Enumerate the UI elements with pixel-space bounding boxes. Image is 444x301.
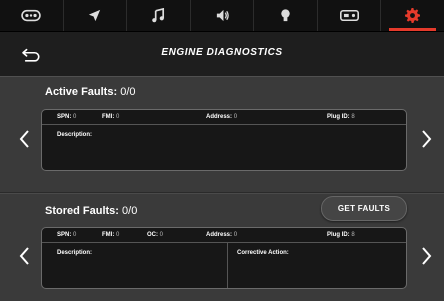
active-faults-heading: Active Faults: 0/0 bbox=[45, 86, 136, 98]
chevron-right-icon bbox=[422, 247, 432, 265]
navigation-arrow-icon bbox=[89, 9, 101, 22]
page-title: ENGINE DIAGNOSTICS bbox=[161, 47, 283, 58]
stored-faults-panel: SPN: 0 FMI: 0 OC: 0 Address: 0 Plug ID: … bbox=[41, 227, 407, 289]
active-fmi-field: FMI: 0 bbox=[102, 114, 120, 120]
chevron-left-icon bbox=[19, 247, 29, 265]
active-faults-panel: SPN: 0 FMI: 0 Address: 0 Plug ID: 8 Desc… bbox=[41, 109, 407, 171]
music-note-icon bbox=[152, 8, 164, 23]
gear-icon bbox=[405, 8, 421, 23]
stored-fmi-field: FMI: 0 bbox=[102, 232, 120, 238]
active-faults-field-row: SPN: 0 FMI: 0 Address: 0 Plug ID: 8 bbox=[42, 110, 406, 125]
tab-music[interactable] bbox=[127, 0, 191, 31]
radio-icon bbox=[339, 9, 359, 22]
page-header: ENGINE DIAGNOSTICS bbox=[0, 32, 444, 77]
stored-plug-id-field: Plug ID: 8 bbox=[327, 232, 355, 238]
speaker-volume-icon bbox=[216, 9, 229, 22]
stored-faults-field-row: SPN: 0 FMI: 0 OC: 0 Address: 0 Plug ID: … bbox=[42, 228, 406, 243]
tab-radio[interactable] bbox=[318, 0, 382, 31]
stored-faults-heading: Stored Faults: 0/0 bbox=[45, 205, 137, 217]
active-address-field: Address: 0 bbox=[206, 114, 238, 120]
tab-lighting[interactable] bbox=[254, 0, 318, 31]
active-faults-next-button[interactable] bbox=[419, 128, 435, 150]
light-bulb-icon bbox=[281, 9, 290, 22]
gamepad-icon bbox=[21, 9, 42, 22]
stored-spn-field: SPN: 0 bbox=[57, 232, 77, 238]
active-faults-prev-button[interactable] bbox=[16, 128, 32, 150]
active-faults-count: 0/0 bbox=[120, 86, 136, 98]
stored-address-field: Address: 0 bbox=[206, 232, 238, 238]
active-faults-section: Active Faults: 0/0 SPN: 0 FMI: 0 Address… bbox=[0, 77, 444, 193]
stored-faults-count: 0/0 bbox=[122, 205, 138, 217]
active-description-label: Description: bbox=[57, 132, 93, 138]
stored-oc-field: OC: 0 bbox=[147, 232, 164, 238]
active-plug-id-field: Plug ID: 8 bbox=[327, 114, 355, 120]
active-tab-indicator bbox=[389, 28, 437, 31]
stored-corrective-action-label: Corrective Action: bbox=[237, 250, 289, 256]
chevron-right-icon bbox=[422, 130, 432, 148]
active-faults-title: Active Faults: bbox=[45, 86, 118, 98]
panel-column-divider bbox=[227, 243, 228, 288]
get-faults-button[interactable]: GET FAULTS bbox=[321, 196, 407, 221]
stored-faults-prev-button[interactable] bbox=[16, 245, 32, 267]
stored-description-label: Description: bbox=[57, 250, 93, 256]
stored-faults-title: Stored Faults: bbox=[45, 205, 119, 217]
top-tab-bar bbox=[0, 0, 444, 32]
tab-navigation[interactable] bbox=[64, 0, 128, 31]
tab-settings[interactable] bbox=[381, 0, 444, 31]
active-spn-field: SPN: 0 bbox=[57, 114, 77, 120]
stored-faults-next-button[interactable] bbox=[419, 245, 435, 267]
tab-controller[interactable] bbox=[0, 0, 64, 31]
chevron-left-icon bbox=[19, 130, 29, 148]
tab-audio[interactable] bbox=[191, 0, 255, 31]
